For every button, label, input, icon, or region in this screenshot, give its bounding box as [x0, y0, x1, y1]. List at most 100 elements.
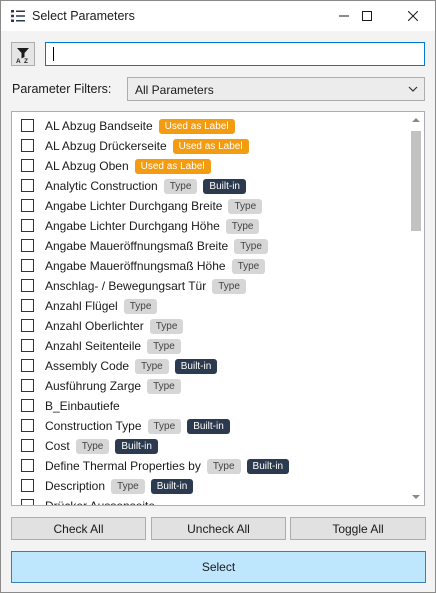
- parameter-checkbox[interactable]: [21, 219, 34, 232]
- parameter-name: Anzahl Seitenteile: [45, 339, 142, 353]
- select-parameters-window: Select Parameters A Z Parameter Filters:…: [0, 0, 436, 593]
- parameter-item[interactable]: Cost Type Built-in: [12, 436, 407, 456]
- maximize-button[interactable]: [344, 1, 389, 31]
- close-icon: [407, 11, 418, 21]
- parameter-item[interactable]: AL Abzug Oben Used as Label: [12, 156, 407, 176]
- parameter-item[interactable]: AL Abzug Bandseite Used as Label: [12, 116, 407, 136]
- parameter-checkbox[interactable]: [21, 459, 34, 472]
- parameter-item[interactable]: Angabe Lichter Durchgang Höhe Type: [12, 216, 407, 236]
- parameter-item[interactable]: Ausführung Zarge Type: [12, 376, 407, 396]
- filter-label: Parameter Filters:: [12, 82, 112, 96]
- search-input[interactable]: [45, 42, 425, 66]
- select-button[interactable]: Select: [11, 551, 426, 583]
- parameter-row-content: Analytic Construction Type Built-in: [45, 176, 246, 196]
- parameter-badge-type: Type: [147, 338, 181, 354]
- parameter-item[interactable]: Description Type Built-in: [12, 476, 407, 496]
- parameter-item[interactable]: Angabe Maueröffnungsmaß Breite Type: [12, 236, 407, 256]
- parameter-item[interactable]: Define Thermal Properties by Type Built-in: [12, 456, 407, 476]
- parameter-badge-type: Type: [228, 198, 263, 214]
- parameter-checkbox[interactable]: [21, 179, 34, 192]
- window-title: Select Parameters: [32, 9, 135, 23]
- svg-text:A: A: [16, 58, 21, 65]
- scrollbar-thumb[interactable]: [411, 131, 421, 231]
- close-button[interactable]: [390, 1, 435, 31]
- parameter-filter-select[interactable]: All Parameters: [127, 77, 425, 101]
- parameter-checkbox[interactable]: [21, 359, 34, 372]
- parameter-row-content: Description Type Built-in: [45, 476, 194, 496]
- parameter-item[interactable]: Drücker Aussenseite: [12, 496, 407, 505]
- parameter-checkbox[interactable]: [21, 119, 34, 132]
- parameter-row-content: Cost Type Built-in: [45, 436, 158, 456]
- parameter-row-content: AL Abzug Bandseite Used as Label: [45, 116, 235, 136]
- parameter-row-content: Anzahl Seitenteile Type: [45, 336, 181, 356]
- parameter-name: AL Abzug Oben: [45, 159, 129, 173]
- parameter-item[interactable]: Anzahl Seitenteile Type: [12, 336, 407, 356]
- parameter-name: B_Einbautiefe: [45, 399, 120, 413]
- parameter-item[interactable]: Anschlag- / Bewegungsart Tür Type: [12, 276, 407, 296]
- parameter-badge-type: Type: [75, 438, 110, 454]
- parameter-badge-label: Used as Label: [158, 118, 235, 134]
- parameter-checkbox[interactable]: [21, 339, 34, 352]
- parameter-row-content: Drücker Aussenseite: [45, 496, 155, 505]
- parameter-checkbox[interactable]: [21, 319, 34, 332]
- parameter-name: Angabe Maueröffnungsmaß Höhe: [45, 259, 226, 273]
- parameter-badge-builtin: Built-in: [174, 358, 218, 374]
- parameter-checkbox[interactable]: [21, 199, 34, 212]
- parameter-row-content: AL Abzug Drückerseite Used as Label: [45, 136, 249, 156]
- parameter-checkbox[interactable]: [21, 379, 34, 392]
- parameter-item[interactable]: AL Abzug Drückerseite Used as Label: [12, 136, 407, 156]
- parameter-name: Define Thermal Properties by: [45, 459, 201, 473]
- parameter-name: Ausführung Zarge: [45, 379, 142, 393]
- sort-az-icon: A Z: [16, 48, 29, 65]
- parameter-item[interactable]: Construction Type Type Built-in: [12, 416, 407, 436]
- parameter-checkbox[interactable]: [21, 299, 34, 312]
- parameter-list[interactable]: Drücker Aussenseite Description Type Built-…: [11, 111, 425, 506]
- parameter-badge-label: Used as Label: [134, 158, 211, 174]
- parameter-badge-type: Type: [147, 378, 181, 394]
- parameter-name: Cost: [45, 439, 70, 453]
- parameter-checkbox[interactable]: [21, 139, 34, 152]
- parameter-badge-type: Type: [123, 298, 158, 314]
- parameter-item[interactable]: Assembly Code Type Built-in: [12, 356, 407, 376]
- filter-selected-value: All Parameters: [135, 83, 214, 97]
- parameter-name: Anzahl Flügel: [45, 299, 118, 313]
- parameter-item[interactable]: Angabe Maueröffnungsmaß Höhe Type: [12, 256, 407, 276]
- parameter-row-content: AL Abzug Oben Used as Label: [45, 156, 211, 176]
- sort-button[interactable]: A Z: [11, 42, 35, 66]
- parameter-item[interactable]: Anzahl Oberlichter Type: [12, 316, 407, 336]
- parameter-name: Construction Type: [45, 419, 142, 433]
- parameter-badge-builtin: Built-in: [115, 438, 158, 454]
- parameter-checkbox[interactable]: [21, 439, 34, 452]
- parameter-row-content: Angabe Maueröffnungsmaß Breite Type: [45, 236, 268, 256]
- parameter-checkbox[interactable]: [21, 399, 34, 412]
- parameter-badge-label: Used as Label: [172, 138, 249, 154]
- scroll-down-icon[interactable]: [409, 491, 423, 503]
- parameter-badge-type: Type: [212, 278, 246, 294]
- parameter-checkbox[interactable]: [21, 479, 34, 492]
- check-all-button[interactable]: Check All: [11, 517, 146, 540]
- chevron-down-icon: [408, 86, 418, 92]
- parameter-row-content: Angabe Lichter Durchgang Breite Type: [45, 196, 263, 216]
- parameter-name: Description: [45, 479, 106, 493]
- uncheck-all-button[interactable]: Uncheck All: [151, 517, 286, 540]
- parameter-item[interactable]: Angabe Lichter Durchgang Breite Type: [12, 196, 407, 216]
- scroll-up-icon[interactable]: [409, 114, 423, 126]
- parameter-item[interactable]: Anzahl Flügel Type: [12, 296, 407, 316]
- parameter-checkbox[interactable]: [21, 159, 34, 172]
- parameter-item[interactable]: Analytic Construction Type Built-in: [12, 176, 407, 196]
- parameter-row-content: Construction Type Type Built-in: [45, 416, 230, 436]
- toggle-all-button[interactable]: Toggle All: [290, 517, 426, 540]
- parameter-item[interactable]: B_Einbautiefe: [12, 396, 407, 416]
- parameter-name: Assembly Code: [45, 359, 130, 373]
- parameter-row-content: Define Thermal Properties by Type Built-in: [45, 456, 290, 476]
- text-caret: [53, 47, 54, 61]
- parameter-badge-type: Type: [147, 418, 182, 434]
- parameter-checkbox[interactable]: [21, 279, 34, 292]
- parameter-checkbox[interactable]: [21, 259, 34, 272]
- parameter-name: Angabe Lichter Durchgang Breite: [45, 199, 223, 213]
- parameter-checkbox[interactable]: [21, 419, 34, 432]
- parameter-checkbox[interactable]: [21, 499, 34, 505]
- parameter-checkbox[interactable]: [21, 239, 34, 252]
- search-row: A Z: [11, 42, 426, 67]
- parameter-name: Anzahl Oberlichter: [45, 319, 144, 333]
